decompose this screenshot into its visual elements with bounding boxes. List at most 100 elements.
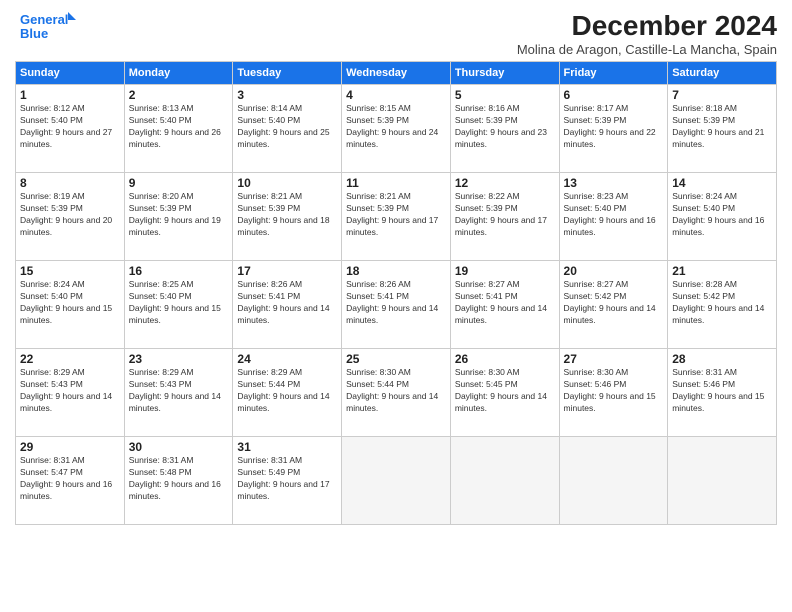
- calendar-day: 11Sunrise: 8:21 AMSunset: 5:39 PMDayligh…: [342, 173, 451, 261]
- calendar-day: 17Sunrise: 8:26 AMSunset: 5:41 PMDayligh…: [233, 261, 342, 349]
- calendar-day: 20Sunrise: 8:27 AMSunset: 5:42 PMDayligh…: [559, 261, 668, 349]
- day-info: Sunrise: 8:27 AMSunset: 5:41 PMDaylight:…: [455, 279, 555, 327]
- day-number: 28: [672, 352, 772, 366]
- calendar-day: 3Sunrise: 8:14 AMSunset: 5:40 PMDaylight…: [233, 85, 342, 173]
- day-info: Sunrise: 8:14 AMSunset: 5:40 PMDaylight:…: [237, 103, 337, 151]
- calendar-week: 1Sunrise: 8:12 AMSunset: 5:40 PMDaylight…: [16, 85, 777, 173]
- day-info: Sunrise: 8:31 AMSunset: 5:47 PMDaylight:…: [20, 455, 120, 503]
- day-number: 24: [237, 352, 337, 366]
- day-number: 30: [129, 440, 229, 454]
- calendar-day: 25Sunrise: 8:30 AMSunset: 5:44 PMDayligh…: [342, 349, 451, 437]
- day-info: Sunrise: 8:19 AMSunset: 5:39 PMDaylight:…: [20, 191, 120, 239]
- day-header: Saturday: [668, 62, 777, 85]
- day-number: 9: [129, 176, 229, 190]
- day-info: Sunrise: 8:17 AMSunset: 5:39 PMDaylight:…: [564, 103, 664, 151]
- day-number: 22: [20, 352, 120, 366]
- day-info: Sunrise: 8:23 AMSunset: 5:40 PMDaylight:…: [564, 191, 664, 239]
- day-number: 18: [346, 264, 446, 278]
- day-number: 20: [564, 264, 664, 278]
- day-info: Sunrise: 8:15 AMSunset: 5:39 PMDaylight:…: [346, 103, 446, 151]
- calendar-day: 2Sunrise: 8:13 AMSunset: 5:40 PMDaylight…: [124, 85, 233, 173]
- day-info: Sunrise: 8:30 AMSunset: 5:44 PMDaylight:…: [346, 367, 446, 415]
- calendar-day: [668, 437, 777, 525]
- day-number: 19: [455, 264, 555, 278]
- calendar-day: 23Sunrise: 8:29 AMSunset: 5:43 PMDayligh…: [124, 349, 233, 437]
- day-info: Sunrise: 8:21 AMSunset: 5:39 PMDaylight:…: [237, 191, 337, 239]
- day-info: Sunrise: 8:29 AMSunset: 5:43 PMDaylight:…: [129, 367, 229, 415]
- day-info: Sunrise: 8:20 AMSunset: 5:39 PMDaylight:…: [129, 191, 229, 239]
- day-number: 4: [346, 88, 446, 102]
- calendar-header: SundayMondayTuesdayWednesdayThursdayFrid…: [16, 62, 777, 85]
- day-info: Sunrise: 8:26 AMSunset: 5:41 PMDaylight:…: [346, 279, 446, 327]
- calendar-day: 9Sunrise: 8:20 AMSunset: 5:39 PMDaylight…: [124, 173, 233, 261]
- day-number: 11: [346, 176, 446, 190]
- day-number: 31: [237, 440, 337, 454]
- day-number: 26: [455, 352, 555, 366]
- day-header: Thursday: [450, 62, 559, 85]
- calendar-day: 5Sunrise: 8:16 AMSunset: 5:39 PMDaylight…: [450, 85, 559, 173]
- day-header: Wednesday: [342, 62, 451, 85]
- title-section: December 2024 Molina de Aragon, Castille…: [517, 10, 777, 57]
- calendar-day: 14Sunrise: 8:24 AMSunset: 5:40 PMDayligh…: [668, 173, 777, 261]
- calendar-day: 8Sunrise: 8:19 AMSunset: 5:39 PMDaylight…: [16, 173, 125, 261]
- day-info: Sunrise: 8:31 AMSunset: 5:46 PMDaylight:…: [672, 367, 772, 415]
- day-number: 10: [237, 176, 337, 190]
- day-number: 16: [129, 264, 229, 278]
- month-title: December 2024: [517, 10, 777, 42]
- day-number: 3: [237, 88, 337, 102]
- calendar-day: 18Sunrise: 8:26 AMSunset: 5:41 PMDayligh…: [342, 261, 451, 349]
- page: GeneralBlue December 2024 Molina de Arag…: [0, 0, 792, 612]
- logo-icon: GeneralBlue: [15, 10, 85, 45]
- calendar-day: 13Sunrise: 8:23 AMSunset: 5:40 PMDayligh…: [559, 173, 668, 261]
- header: GeneralBlue December 2024 Molina de Arag…: [15, 10, 777, 57]
- calendar-day: 12Sunrise: 8:22 AMSunset: 5:39 PMDayligh…: [450, 173, 559, 261]
- day-number: 17: [237, 264, 337, 278]
- calendar-day: 24Sunrise: 8:29 AMSunset: 5:44 PMDayligh…: [233, 349, 342, 437]
- day-header: Tuesday: [233, 62, 342, 85]
- day-number: 27: [564, 352, 664, 366]
- day-number: 2: [129, 88, 229, 102]
- calendar-week: 15Sunrise: 8:24 AMSunset: 5:40 PMDayligh…: [16, 261, 777, 349]
- day-info: Sunrise: 8:31 AMSunset: 5:48 PMDaylight:…: [129, 455, 229, 503]
- calendar-week: 8Sunrise: 8:19 AMSunset: 5:39 PMDaylight…: [16, 173, 777, 261]
- day-number: 5: [455, 88, 555, 102]
- day-info: Sunrise: 8:30 AMSunset: 5:45 PMDaylight:…: [455, 367, 555, 415]
- calendar-day: 1Sunrise: 8:12 AMSunset: 5:40 PMDaylight…: [16, 85, 125, 173]
- day-info: Sunrise: 8:16 AMSunset: 5:39 PMDaylight:…: [455, 103, 555, 151]
- day-info: Sunrise: 8:21 AMSunset: 5:39 PMDaylight:…: [346, 191, 446, 239]
- day-number: 13: [564, 176, 664, 190]
- calendar-day: 28Sunrise: 8:31 AMSunset: 5:46 PMDayligh…: [668, 349, 777, 437]
- day-header: Friday: [559, 62, 668, 85]
- day-header: Sunday: [16, 62, 125, 85]
- calendar-day: 27Sunrise: 8:30 AMSunset: 5:46 PMDayligh…: [559, 349, 668, 437]
- day-info: Sunrise: 8:18 AMSunset: 5:39 PMDaylight:…: [672, 103, 772, 151]
- calendar-day: 19Sunrise: 8:27 AMSunset: 5:41 PMDayligh…: [450, 261, 559, 349]
- calendar-day: 4Sunrise: 8:15 AMSunset: 5:39 PMDaylight…: [342, 85, 451, 173]
- calendar-day: [342, 437, 451, 525]
- logo: GeneralBlue: [15, 10, 85, 45]
- calendar-day: 30Sunrise: 8:31 AMSunset: 5:48 PMDayligh…: [124, 437, 233, 525]
- svg-text:General: General: [20, 12, 68, 27]
- calendar-day: 21Sunrise: 8:28 AMSunset: 5:42 PMDayligh…: [668, 261, 777, 349]
- calendar: SundayMondayTuesdayWednesdayThursdayFrid…: [15, 61, 777, 525]
- day-number: 15: [20, 264, 120, 278]
- day-number: 8: [20, 176, 120, 190]
- day-info: Sunrise: 8:24 AMSunset: 5:40 PMDaylight:…: [20, 279, 120, 327]
- day-info: Sunrise: 8:31 AMSunset: 5:49 PMDaylight:…: [237, 455, 337, 503]
- calendar-day: 31Sunrise: 8:31 AMSunset: 5:49 PMDayligh…: [233, 437, 342, 525]
- day-number: 29: [20, 440, 120, 454]
- calendar-day: 22Sunrise: 8:29 AMSunset: 5:43 PMDayligh…: [16, 349, 125, 437]
- day-number: 7: [672, 88, 772, 102]
- day-info: Sunrise: 8:12 AMSunset: 5:40 PMDaylight:…: [20, 103, 120, 151]
- day-number: 14: [672, 176, 772, 190]
- day-info: Sunrise: 8:26 AMSunset: 5:41 PMDaylight:…: [237, 279, 337, 327]
- day-info: Sunrise: 8:27 AMSunset: 5:42 PMDaylight:…: [564, 279, 664, 327]
- day-number: 21: [672, 264, 772, 278]
- day-number: 23: [129, 352, 229, 366]
- day-info: Sunrise: 8:22 AMSunset: 5:39 PMDaylight:…: [455, 191, 555, 239]
- day-info: Sunrise: 8:24 AMSunset: 5:40 PMDaylight:…: [672, 191, 772, 239]
- calendar-day: [559, 437, 668, 525]
- day-info: Sunrise: 8:13 AMSunset: 5:40 PMDaylight:…: [129, 103, 229, 151]
- day-number: 12: [455, 176, 555, 190]
- calendar-day: 15Sunrise: 8:24 AMSunset: 5:40 PMDayligh…: [16, 261, 125, 349]
